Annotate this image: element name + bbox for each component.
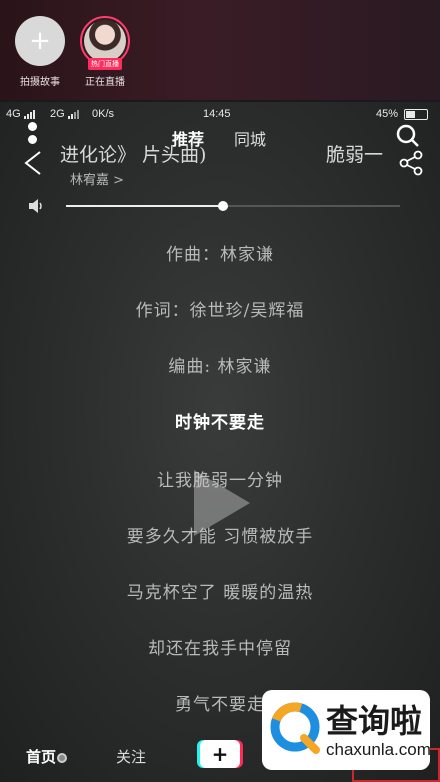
live-badge: 热门直播: [88, 58, 122, 70]
create-button[interactable]: +: [200, 740, 240, 768]
signal-icon-2: [68, 108, 80, 120]
signal-icon: [24, 108, 36, 120]
story-caption-live: 正在直播: [85, 77, 125, 88]
tab-local[interactable]: 同城: [234, 126, 266, 150]
story-caption-shoot: 拍摄故事: [20, 77, 60, 88]
create-plus-icon: +: [211, 742, 229, 766]
lyric-line: 编曲: 林家谦: [168, 357, 272, 377]
back-arrow-icon[interactable]: [20, 148, 46, 178]
volume-slider[interactable]: [66, 201, 400, 211]
song-artist[interactable]: 林宥嘉 >: [70, 169, 124, 188]
watermark-logo: 查询啦 chaxunla.com: [262, 690, 431, 770]
volume-icon[interactable]: [28, 198, 46, 214]
song-title: 进化论》 片头曲): [60, 144, 207, 166]
avatar[interactable]: 热门直播: [80, 16, 130, 70]
watermark-url: chaxunla.com: [326, 740, 431, 759]
nav-home[interactable]: 首页: [26, 746, 56, 767]
watermark-title: 查询啦: [326, 702, 423, 740]
battery-percent: 45%: [376, 108, 399, 120]
clock: 14:45: [203, 108, 231, 120]
carrier-2g: 2G: [50, 108, 65, 120]
lyric-line: 却还在我手中停留: [148, 639, 292, 659]
logo-q-icon: [270, 702, 320, 754]
add-story-button[interactable]: +: [15, 16, 65, 66]
battery-icon: [404, 109, 428, 120]
progress-dot: [57, 753, 67, 763]
story-shoot[interactable]: + 拍摄故事: [10, 16, 70, 88]
plus-icon: +: [29, 26, 51, 56]
lyric-line: 作曲：林家谦: [166, 245, 274, 265]
menu-dots-icon[interactable]: [28, 122, 40, 148]
search-icon[interactable]: [396, 124, 420, 148]
next-song-title: 脆弱一: [326, 144, 384, 166]
story-live[interactable]: 热门直播 正在直播: [75, 16, 135, 88]
share-icon[interactable]: [398, 150, 424, 176]
lyric-line: 作词：徐世珍/吴辉福: [135, 301, 305, 321]
status-bar: 4G 2G 0K/s 14:45 45%: [0, 102, 440, 128]
carrier-4g: 4G: [6, 108, 21, 120]
play-icon[interactable]: [188, 466, 254, 540]
volume-knob[interactable]: [217, 201, 228, 211]
nav-follow[interactable]: 关注: [116, 746, 146, 767]
avatar-image: [84, 20, 126, 62]
lyric-line-current: 时钟不要走: [175, 413, 265, 433]
volume-fill: [66, 205, 223, 207]
network-speed: 0K/s: [92, 108, 115, 120]
lyric-line: 马克杯空了 暖暖的温热: [126, 583, 314, 603]
story-strip: + 拍摄故事 热门直播 正在直播: [0, 0, 440, 100]
music-player-screen: 4G 2G 0K/s 14:45 45% 推荐 同城 进化论》 片头曲) 林宥嘉…: [0, 102, 440, 782]
